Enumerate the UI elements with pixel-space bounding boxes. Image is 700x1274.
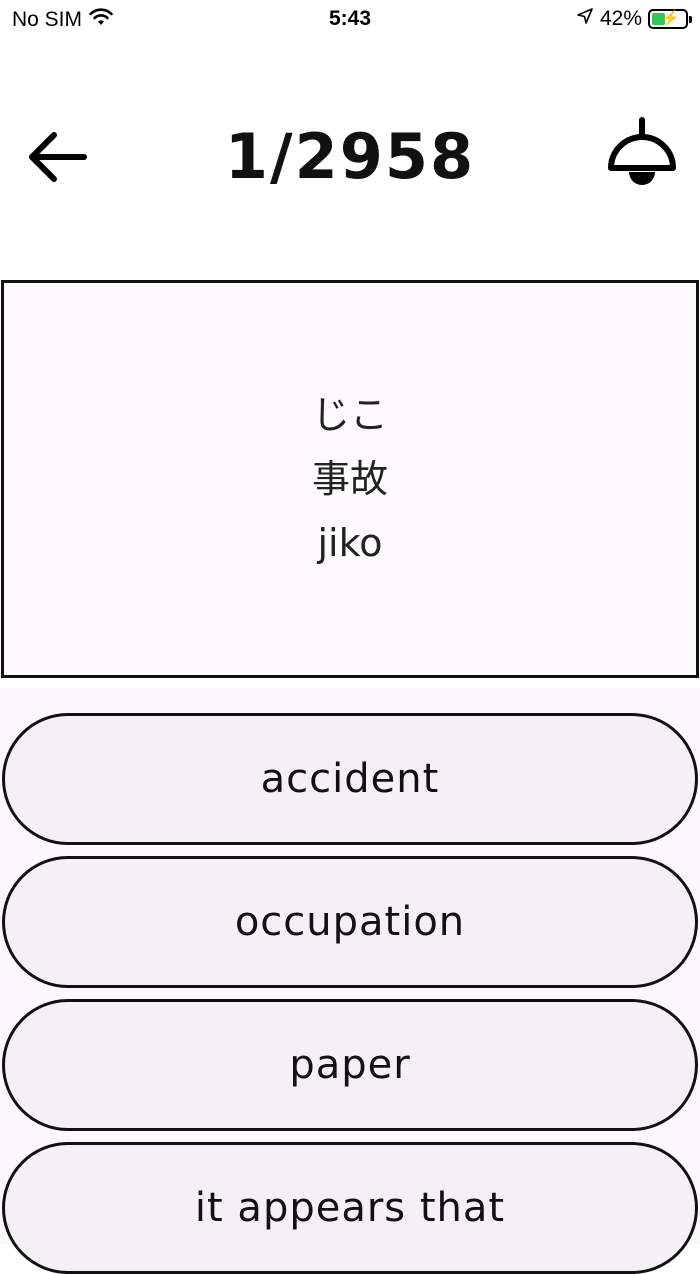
flashcard-romaji: jiko bbox=[317, 521, 383, 565]
flashcard: じこ 事故 jiko bbox=[1, 280, 699, 678]
hint-lamp-button[interactable] bbox=[602, 116, 682, 196]
answer-options: accident occupation paper it appears tha… bbox=[0, 688, 700, 1274]
answer-option[interactable]: accident bbox=[2, 713, 698, 845]
answer-option[interactable]: occupation bbox=[2, 856, 698, 988]
location-arrow-icon bbox=[576, 7, 594, 31]
charging-bolt-icon: ⚡ bbox=[661, 10, 680, 27]
progress-counter: 1/2958 bbox=[224, 120, 476, 193]
answer-option[interactable]: it appears that bbox=[2, 1142, 698, 1274]
status-bar: No SIM 5:43 42% ⚡ bbox=[0, 0, 700, 40]
flashcard-kana: じこ bbox=[311, 393, 388, 437]
flashcard-kanji: 事故 bbox=[311, 457, 388, 501]
lamp-icon bbox=[608, 117, 676, 185]
status-right: 42% ⚡ bbox=[576, 7, 692, 31]
battery-percent: 42% bbox=[599, 7, 642, 30]
quiz-header: 1/2958 bbox=[0, 100, 700, 210]
answer-option[interactable]: paper bbox=[2, 999, 698, 1131]
battery-charging-icon: ⚡ bbox=[648, 9, 692, 29]
